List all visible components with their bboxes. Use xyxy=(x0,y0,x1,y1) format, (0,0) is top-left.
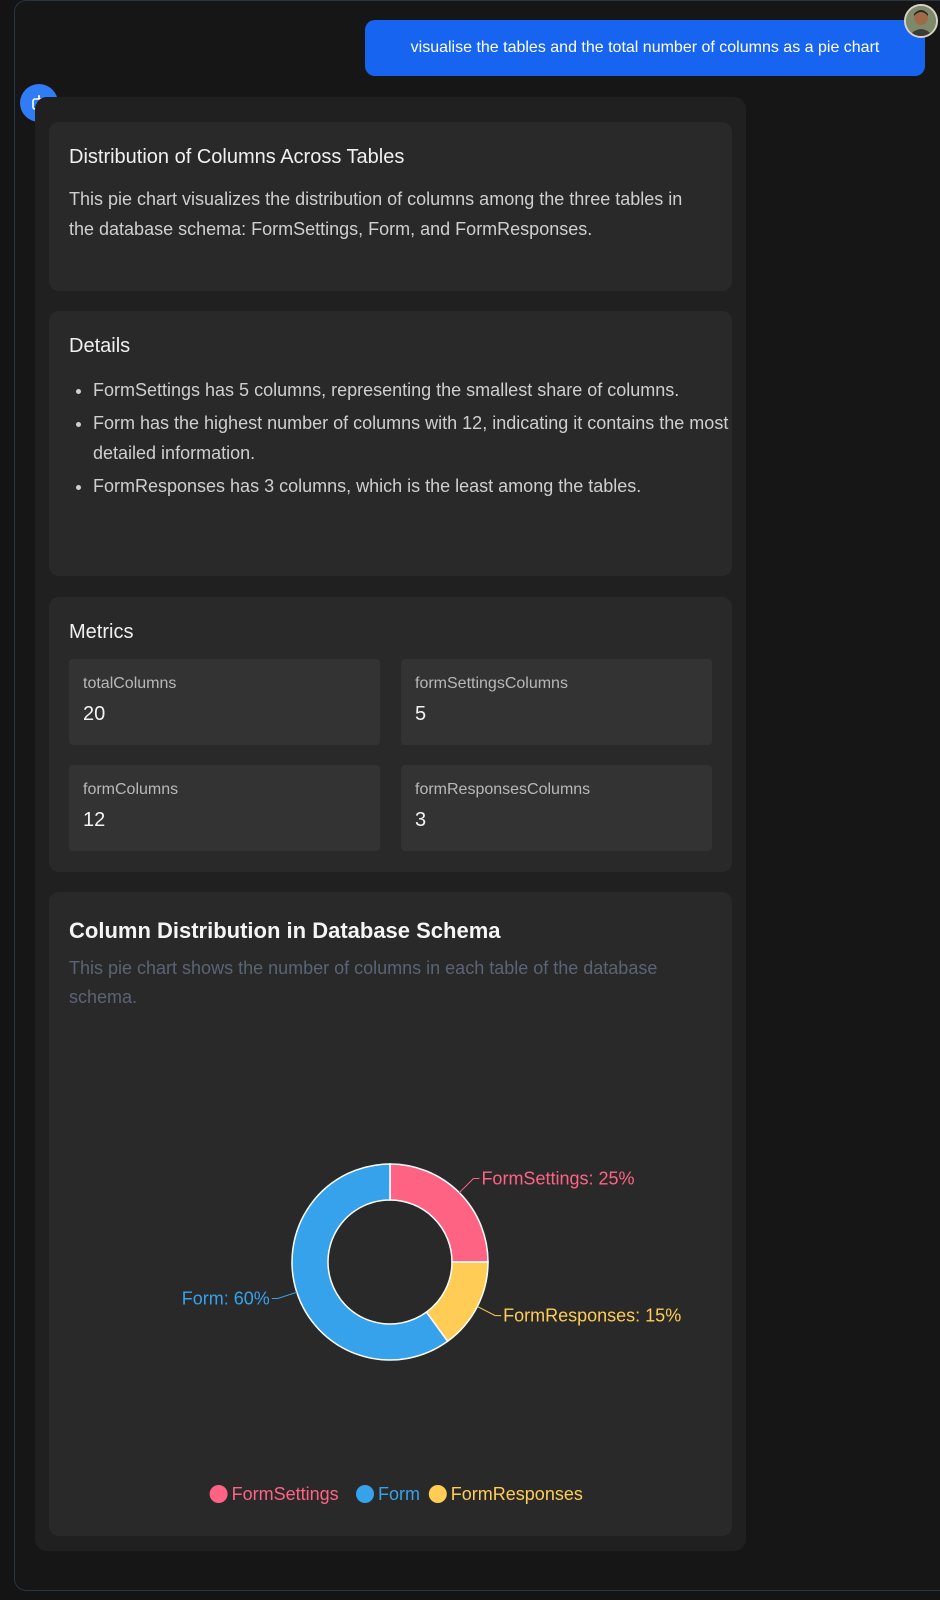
metrics-title: Metrics xyxy=(69,621,134,643)
metric-total-columns: totalColumns 20 xyxy=(69,659,380,745)
list-item: FormSettings has 5 columns, representing… xyxy=(93,375,733,405)
metric-label: formSettingsColumns xyxy=(415,675,568,692)
legend-label: FormSettings xyxy=(232,1484,339,1504)
metric-label: formColumns xyxy=(83,781,179,798)
legend-item-formresponses[interactable]: FormResponses xyxy=(428,1484,583,1504)
metric-label: formResponsesColumns xyxy=(415,781,591,798)
slice-label: Form: 60% xyxy=(182,1288,270,1308)
metric-form-responses-columns: formResponsesColumns 3 xyxy=(401,765,712,851)
legend-label: FormResponses xyxy=(451,1484,583,1504)
metric-value: 5 xyxy=(415,703,427,725)
chart-card: Column Distribution in Database Schema T… xyxy=(49,892,732,1536)
list-item: FormResponses has 3 columns, which is th… xyxy=(93,471,733,501)
metric-label: totalColumns xyxy=(83,675,177,692)
details-list: FormSettings has 5 columns, representing… xyxy=(69,375,733,504)
legend-swatch xyxy=(428,1485,447,1503)
user-avatar-image xyxy=(906,6,936,36)
details-title: Details xyxy=(69,335,131,357)
metric-form-columns: formColumns 12 xyxy=(69,765,380,851)
metric-form-settings-columns: formSettingsColumns 5 xyxy=(401,659,712,745)
summary-title: Distribution of Columns Across Tables xyxy=(69,146,405,168)
slice-label: FormResponses: 15% xyxy=(503,1306,681,1326)
details-card: Details FormSettings has 5 columns, repr… xyxy=(49,311,732,576)
pie-chart: FormSettings: 25% FormResponses: 15% Form:… xyxy=(182,1163,681,1504)
label-leader-line xyxy=(271,1291,297,1299)
label-leader-line xyxy=(458,1178,480,1194)
user-message-bubble: visualise the tables and the total numbe… xyxy=(365,20,925,76)
metric-value: 20 xyxy=(83,703,106,725)
summary-body: This pie chart visualizes the distributi… xyxy=(69,189,683,239)
summary-card: Distribution of Columns Across Tables Th… xyxy=(49,122,732,291)
metric-value: 12 xyxy=(83,809,106,831)
label-leader-line xyxy=(477,1306,502,1317)
user-message-text: visualise the tables and the total numbe… xyxy=(410,39,880,56)
legend-label: Form xyxy=(378,1484,420,1504)
list-item: Form has the highest number of columns w… xyxy=(93,408,733,468)
legend-swatch xyxy=(356,1485,374,1503)
legend-item-formsettings[interactable]: FormSettings xyxy=(209,1484,339,1504)
metrics-card: Metrics totalColumns 20 formSettingsColu… xyxy=(49,597,732,872)
legend-item-form[interactable]: Form xyxy=(356,1484,420,1504)
legend-swatch xyxy=(209,1485,228,1503)
user-avatar[interactable] xyxy=(904,4,938,38)
slice-label: FormSettings: 25% xyxy=(481,1169,634,1189)
metric-value: 3 xyxy=(415,809,427,831)
